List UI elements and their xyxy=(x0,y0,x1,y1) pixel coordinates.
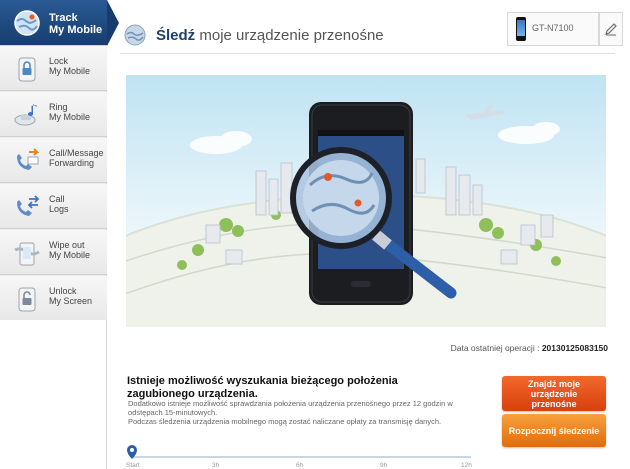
sidebar-item-label: My Mobile xyxy=(49,250,91,260)
forwarding-icon xyxy=(17,148,40,170)
pencil-icon xyxy=(605,23,617,36)
sidebar-item-label: Unlock xyxy=(49,286,77,296)
sidebar-item-ring-my-mobile[interactable]: Ring My Mobile xyxy=(0,92,107,137)
last-operation-label: Data ostatniej operacji : xyxy=(450,343,540,353)
location-pin-icon[interactable] xyxy=(127,445,137,459)
page-title: Śledź moje urządzenie przenośne xyxy=(156,27,384,44)
timeline-label-3h: 3h xyxy=(212,462,220,469)
unlock-icon xyxy=(18,287,36,312)
wipe-icon xyxy=(14,242,40,266)
info-description-line: Dodatkowo istnieje możliwość sprawdzania… xyxy=(128,399,453,417)
last-operation-value: 20130125083150 xyxy=(541,343,608,353)
sidebar-item-label: Wipe out xyxy=(49,240,85,250)
last-operation-info: Data ostatniej operacji : 20130125083150 xyxy=(126,343,608,353)
sidebar-item-call-message-forwarding[interactable]: Call/Message Forwarding xyxy=(0,138,107,183)
sidebar-item-label: Lock xyxy=(49,56,69,66)
page-header: Śledź moje urządzenie przenośne GT-N7100 xyxy=(120,10,623,54)
start-tracking-button[interactable]: Rozpocznij śledzenie xyxy=(502,414,606,447)
sidebar-item-label: My Mobile xyxy=(49,24,103,36)
device-thumbnail xyxy=(516,17,526,41)
start-tracking-label: Rozpocznij śledzenie xyxy=(508,425,600,436)
sidebar-item-unlock-my-screen[interactable]: Unlock My Screen xyxy=(0,276,107,321)
sidebar-item-label: Call/Message xyxy=(49,148,104,158)
timeline-label-start: Start xyxy=(126,462,140,469)
ring-icon xyxy=(14,104,37,126)
globe-icon xyxy=(124,24,146,46)
active-item-arrow xyxy=(107,0,119,46)
sidebar-item-label: Ring xyxy=(49,102,68,112)
sidebar-item-label: Track xyxy=(49,12,78,24)
find-my-device-button[interactable]: Znajdź moje urządzenie przenośne xyxy=(502,376,606,411)
device-name: GT-N7100 xyxy=(532,23,574,33)
globe-phone-illustration xyxy=(126,102,606,327)
sidebar-item-label: My Mobile xyxy=(49,112,91,122)
timeline-label-6h: 6h xyxy=(296,462,304,469)
sidebar-blank-area xyxy=(0,320,107,469)
info-title: Istnieje możliwość wyszukania bieżącego … xyxy=(127,375,398,400)
call-logs-icon xyxy=(17,195,40,216)
sidebar-item-label: Forwarding xyxy=(49,158,95,168)
lock-icon xyxy=(18,57,36,82)
page-title-bold: Śledź xyxy=(156,27,196,44)
device-selector[interactable]: GT-N7100 xyxy=(507,12,599,46)
info-description-line: Podczas śledzenia urządzenia mobilnego m… xyxy=(128,417,442,426)
edit-device-button[interactable] xyxy=(599,12,623,46)
sidebar-item-track-my-mobile[interactable]: Track My Mobile xyxy=(0,0,107,46)
sidebar-item-wipe-out-my-mobile[interactable]: Wipe out My Mobile xyxy=(0,230,107,275)
timeline-track xyxy=(131,456,471,458)
sidebar-item-lock-my-mobile[interactable]: Lock My Mobile xyxy=(0,46,107,91)
globe-icon xyxy=(14,10,40,36)
page-title-rest: moje urządzenie przenośne xyxy=(195,27,384,44)
timeline-label-12h: 12h xyxy=(461,462,472,469)
find-my-device-label: Znajdź moje urządzenie przenośne xyxy=(527,378,580,409)
info-description: Dodatkowo istnieje możliwość sprawdzania… xyxy=(128,399,453,426)
sidebar: Track My Mobile Lock My Mobile Ring My M… xyxy=(0,0,119,469)
sidebar-item-label: Call xyxy=(49,194,65,204)
timeline-label-9h: 9h xyxy=(380,462,388,469)
sidebar-item-call-logs[interactable]: Call Logs xyxy=(0,184,107,229)
hero-illustration xyxy=(126,75,606,327)
sidebar-item-label: My Screen xyxy=(49,296,93,306)
sidebar-item-label: Logs xyxy=(49,204,69,214)
tracking-timeline: Start 3h 6h 9h 12h xyxy=(126,443,476,469)
sidebar-item-label: My Mobile xyxy=(49,66,91,76)
